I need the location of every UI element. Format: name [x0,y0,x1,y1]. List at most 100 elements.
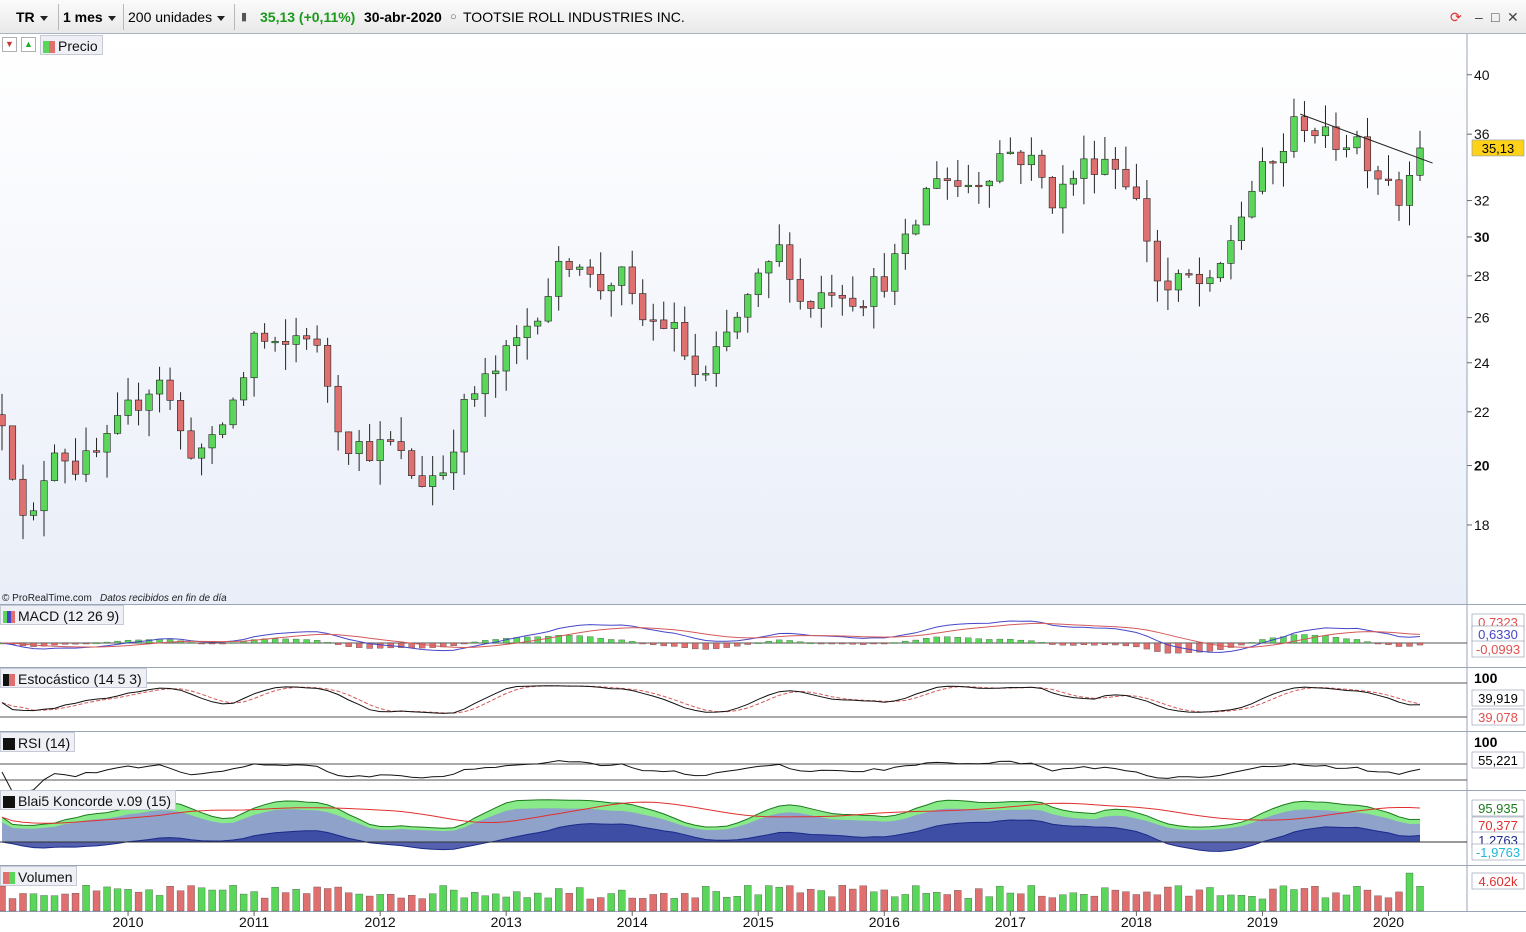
refresh-icon[interactable]: ⟳ [1450,8,1462,26]
macd-hist-bar [849,642,856,645]
candle-up [492,370,500,375]
panel-label-price[interactable]: Precio [40,35,103,55]
volume-bar [145,889,153,912]
macd-hist-bar [303,639,310,644]
volume-bar [1384,897,1393,912]
volume-bar [1132,894,1141,912]
macd-hist-bar [933,636,940,644]
candle-up [670,322,678,329]
ticker-select[interactable]: TR [16,4,48,30]
quote-date: 30-abr-2020 [364,9,442,25]
volume-bar [1195,889,1204,912]
macd-icon [3,611,15,623]
candle-up [775,244,783,262]
candle-up [240,377,248,401]
volume-bar [1248,896,1256,912]
candle-up [208,434,216,449]
macd-hist-bar [954,637,961,644]
macd-hist-bar [1332,637,1340,644]
x-tick-label: 2012 [365,914,396,930]
collapse-icon[interactable]: ▼ [2,37,17,52]
candle-down [565,260,573,270]
candle-down [639,293,647,321]
volume-bar [386,893,395,912]
macd-hist-bar [1248,642,1256,644]
period-select[interactable]: 1 mes [63,4,116,30]
volume-bar [1111,889,1120,912]
candle-up [1006,151,1014,154]
candle-up [712,346,720,374]
panel-label-stoch[interactable]: Estocástico (14 5 3) [0,668,147,688]
volume-bar [1405,872,1414,912]
volume-bar [1342,894,1351,912]
candle-down [1374,170,1382,180]
macd-hist-bar [1364,641,1371,644]
candle-down [660,319,668,329]
candle-up [439,472,447,477]
candle-up [1342,147,1351,150]
candle-up [1227,240,1235,264]
macd-hist-bar [72,642,79,645]
minimize-button[interactable]: – [1475,8,1483,26]
volume-bar [985,896,993,912]
koncorde-green-label: 95,935 [1478,801,1518,816]
candle-down [303,335,311,340]
volume-bar [534,892,542,912]
candle-up [40,480,48,512]
volume-bar [40,895,48,912]
panel-label-rsi[interactable]: RSI (14) [0,732,76,752]
macd-hist-bar [1353,639,1361,644]
x-tick-label: 2011 [239,914,269,930]
panel-label-macd[interactable]: MACD (12 26 9) [0,605,125,625]
ticker-text: TR [16,9,35,25]
candle-down [1395,179,1403,206]
volume-bar [786,885,794,912]
stoch-label-text: Estocástico (14 5 3) [18,671,142,687]
period-text: 1 mes [63,9,103,25]
volume-bar [765,885,773,912]
macd-hist-bar [776,639,783,644]
macd-hist-bar [208,642,216,645]
volume-bar [849,888,857,912]
candle-up [82,450,90,475]
units-select[interactable]: 200 unidades [128,4,226,30]
volume-bar [943,894,951,912]
close-button[interactable]: ✕ [1507,8,1519,26]
volume-bar [1279,885,1288,912]
candle-up [460,399,468,453]
volume-bar [576,887,584,912]
macd-hist-bar [240,641,247,644]
candle-down [954,180,962,187]
volume-bar [0,885,6,912]
candle-down [345,431,353,454]
volume-bar [82,885,90,912]
macd-hist-bar [566,635,573,644]
volume-bar [439,885,447,912]
candle-up [1174,273,1182,291]
volume-bar [880,889,888,912]
macd-label-text: MACD (12 26 9) [18,608,120,624]
info-icon[interactable]: ▮ [241,4,247,30]
panel-label-koncorde[interactable]: Blai5 Koncorde v.09 (15) [0,790,177,810]
volume-bar [176,890,185,912]
candle-down [1363,136,1372,172]
panel-label-volume[interactable]: Volumen [0,866,78,886]
macd-hist-bar [376,642,384,649]
macd-hist-bar [692,642,699,650]
macd-hist-bar [1038,642,1046,644]
volume-bar [1059,894,1067,912]
candle-up [534,320,542,327]
volume-bar [544,897,552,912]
volume-bar [1069,892,1078,912]
volume-bar [1080,894,1088,912]
y-tick-label: 18 [1474,517,1490,533]
macd-hist-label: -0,0993 [1476,642,1520,657]
candle-down [313,338,321,346]
candle-up [555,260,563,297]
maximize-button[interactable]: □ [1491,8,1499,26]
volume-bar [1332,892,1340,912]
stoch-icon [3,674,15,686]
volume-bar [1206,887,1214,912]
volume-bar [555,888,563,912]
expand-icon[interactable]: ▲ [21,37,36,52]
